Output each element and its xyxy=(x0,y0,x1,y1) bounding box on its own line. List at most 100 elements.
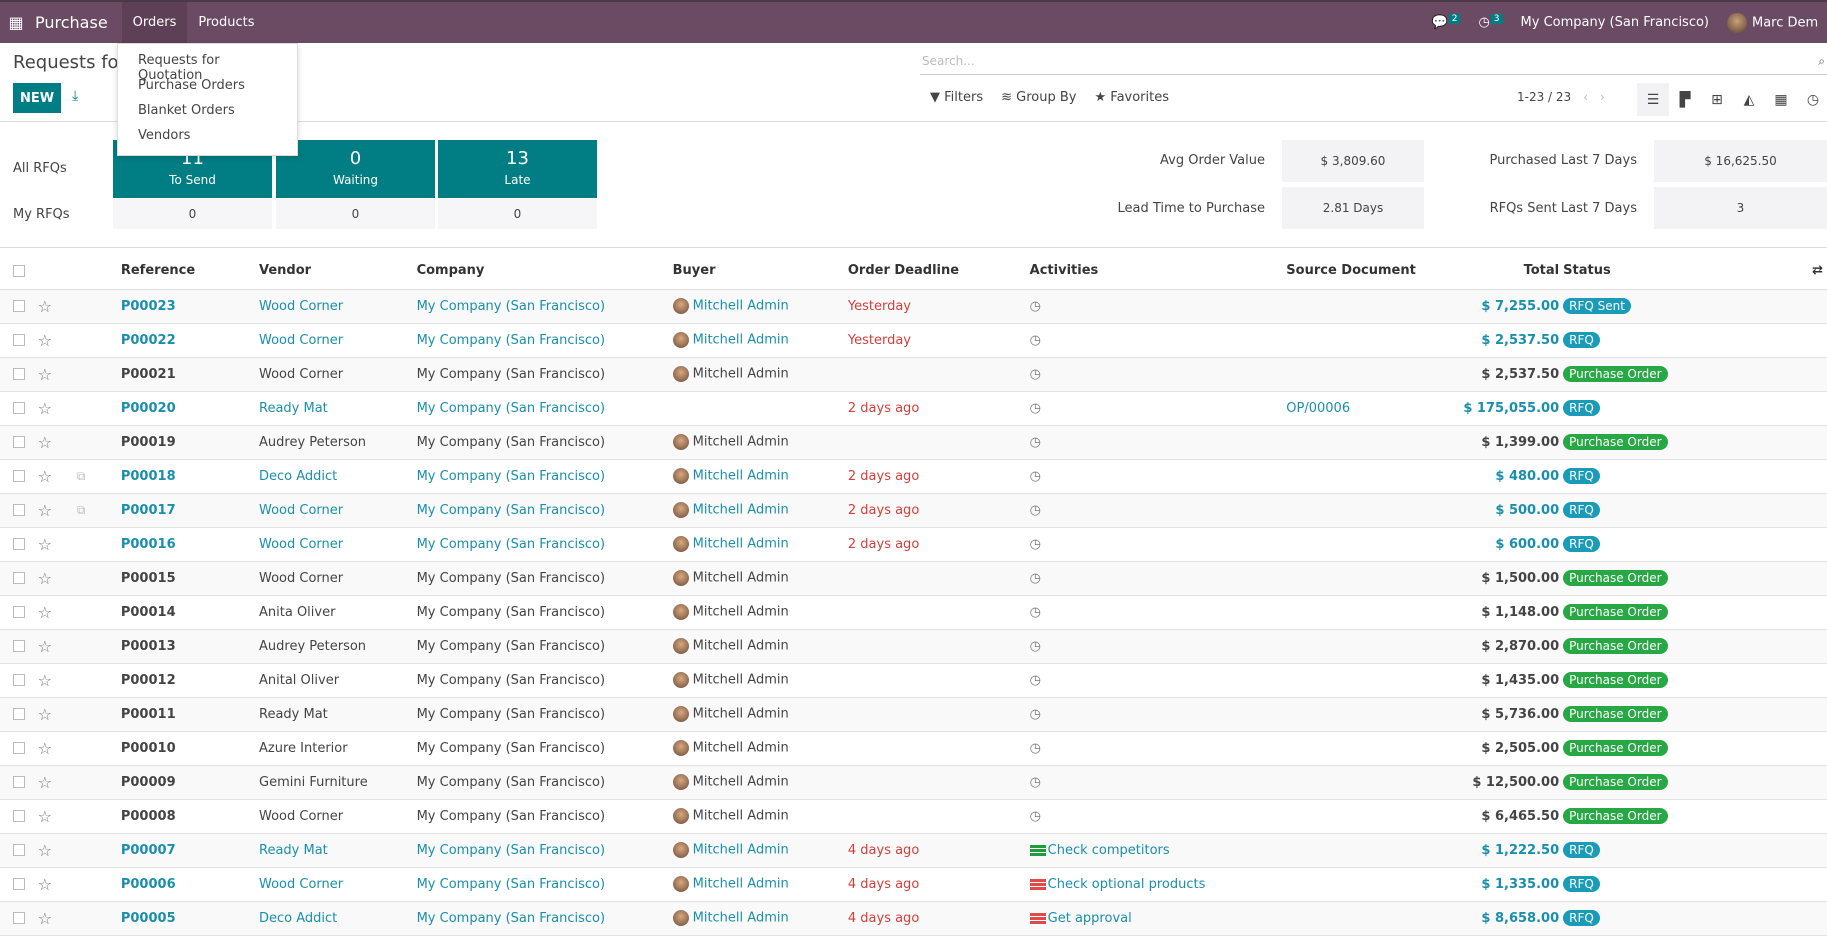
vendor[interactable]: Wood Corner xyxy=(259,357,417,392)
vendor[interactable]: Wood Corner xyxy=(259,867,417,902)
vendor[interactable]: Ready Mat xyxy=(259,697,417,732)
col-vendor[interactable]: Vendor xyxy=(259,253,417,290)
buyer[interactable]: Mitchell Admin xyxy=(672,629,848,664)
star-icon[interactable]: ☆ xyxy=(38,467,52,486)
company[interactable]: My Company (San Francisco) xyxy=(416,561,673,596)
source-document[interactable] xyxy=(1286,289,1464,324)
table-row[interactable]: ☆ P00010 Azure Interior My Company (San Fra… xyxy=(0,731,1827,766)
buyer[interactable]: Mitchell Admin xyxy=(672,731,848,766)
activities[interactable]: Get approval xyxy=(1029,901,1287,936)
star-icon[interactable]: ☆ xyxy=(38,773,52,792)
source-document[interactable] xyxy=(1286,323,1464,358)
clock-icon[interactable]: ◷ xyxy=(1030,537,1041,552)
activities[interactable]: ◷ xyxy=(1029,561,1287,596)
buyer[interactable]: Mitchell Admin xyxy=(672,833,848,868)
source-document[interactable] xyxy=(1286,425,1464,460)
pager-previous-icon[interactable]: ‹ xyxy=(1583,90,1588,104)
search-input[interactable]: Search... xyxy=(922,54,975,68)
star-icon[interactable]: ☆ xyxy=(38,841,52,860)
vendor[interactable]: Wood Corner xyxy=(259,289,417,324)
star-icon[interactable]: ☆ xyxy=(38,807,52,826)
row-checkbox[interactable] xyxy=(13,300,25,312)
star-icon[interactable]: ☆ xyxy=(38,331,52,350)
activities[interactable]: ◷ xyxy=(1029,357,1287,392)
table-row[interactable]: ☆ P00020 Ready Mat My Company (San Francisc… xyxy=(0,391,1827,426)
reference[interactable]: P00020 xyxy=(120,391,259,426)
buyer[interactable]: Mitchell Admin xyxy=(672,867,848,902)
table-row[interactable]: ☆ ⧉ P00017 Wood Corner My Company (San Franc… xyxy=(0,493,1827,528)
clock-icon[interactable]: ◷ xyxy=(1030,503,1041,518)
vendor[interactable]: Wood Corner xyxy=(259,323,417,358)
buyer[interactable]: Mitchell Admin xyxy=(672,697,848,732)
vendor[interactable]: Wood Corner xyxy=(259,799,417,834)
col-total[interactable]: Total xyxy=(1463,253,1564,290)
buyer[interactable]: Mitchell Admin xyxy=(672,459,848,494)
row-checkbox[interactable] xyxy=(13,674,25,686)
reference[interactable]: P00010 xyxy=(120,731,259,766)
activities[interactable]: ◷ xyxy=(1029,289,1287,324)
row-checkbox[interactable] xyxy=(13,538,25,550)
my-waiting[interactable]: 0 xyxy=(276,199,435,229)
buyer[interactable]: Mitchell Admin xyxy=(672,527,848,562)
row-checkbox[interactable] xyxy=(13,742,25,754)
row-checkbox[interactable] xyxy=(13,810,25,822)
dropdown-item-blanket-orders[interactable]: Blanket Orders xyxy=(118,100,297,125)
reference[interactable]: P00018 xyxy=(120,459,259,494)
row-checkbox[interactable] xyxy=(13,912,25,924)
clock-icon[interactable]: ◷ xyxy=(1030,435,1041,450)
row-checkbox[interactable] xyxy=(13,402,25,414)
dropdown-item-vendors[interactable]: Vendors xyxy=(118,125,297,150)
star-icon[interactable]: ☆ xyxy=(38,365,52,384)
col-company[interactable]: Company xyxy=(416,253,673,290)
vendor[interactable]: Anita Oliver xyxy=(259,595,417,630)
col-source-document[interactable]: Source Document xyxy=(1286,253,1464,290)
activities[interactable]: ◷ xyxy=(1029,323,1287,358)
view-kanban-icon[interactable]: ▛ xyxy=(1669,83,1701,116)
source-document[interactable] xyxy=(1286,561,1464,596)
company[interactable]: My Company (San Francisco) xyxy=(416,629,673,664)
buyer[interactable]: Mitchell Admin xyxy=(672,493,848,528)
star-icon[interactable]: ☆ xyxy=(38,909,52,928)
vendor[interactable]: Wood Corner xyxy=(259,561,417,596)
activities[interactable]: ◷ xyxy=(1029,629,1287,664)
source-document[interactable]: OP/00006 xyxy=(1286,391,1464,426)
table-row[interactable]: ☆ P00009 Gemini Furniture My Company (San F… xyxy=(0,765,1827,800)
activities[interactable]: ◷ xyxy=(1029,459,1287,494)
filters-button[interactable]: ▼ Filters xyxy=(930,90,983,105)
table-row[interactable]: ☆ P00005 Deco Addict My Company (San Franci… xyxy=(0,901,1827,936)
row-checkbox[interactable] xyxy=(13,436,25,448)
row-checkbox[interactable] xyxy=(13,606,25,618)
source-document[interactable] xyxy=(1286,493,1464,528)
star-icon[interactable]: ☆ xyxy=(38,671,52,690)
activities[interactable]: ◷ xyxy=(1029,527,1287,562)
source-document[interactable] xyxy=(1286,663,1464,698)
reference[interactable]: P00019 xyxy=(120,425,259,460)
reference[interactable]: P00005 xyxy=(120,901,259,936)
company[interactable]: My Company (San Francisco) xyxy=(416,833,673,868)
apps-menu-icon[interactable]: ▦ xyxy=(0,13,32,32)
source-document[interactable] xyxy=(1286,765,1464,800)
reference[interactable]: P00022 xyxy=(120,323,259,358)
app-name[interactable]: Purchase xyxy=(35,13,108,32)
clock-icon[interactable]: ◷ xyxy=(1030,639,1041,654)
col-reference[interactable]: Reference xyxy=(120,253,259,290)
company-switcher[interactable]: My Company (San Francisco) xyxy=(1521,15,1709,30)
buyer[interactable]: Mitchell Admin xyxy=(672,595,848,630)
optional-columns-icon[interactable]: ⇄ xyxy=(1812,263,1823,278)
view-list-icon[interactable]: ☰ xyxy=(1637,83,1669,116)
buyer[interactable] xyxy=(672,391,848,426)
row-checkbox[interactable] xyxy=(13,844,25,856)
clock-icon[interactable]: ◷ xyxy=(1030,741,1041,756)
table-row[interactable]: ☆ P00011 Ready Mat My Company (San Francisc… xyxy=(0,697,1827,732)
company[interactable]: My Company (San Francisco) xyxy=(416,425,673,460)
col-activities[interactable]: Activities xyxy=(1029,253,1287,290)
table-row[interactable]: ☆ P00022 Wood Corner My Company (San Franci… xyxy=(0,323,1827,358)
company[interactable]: My Company (San Francisco) xyxy=(416,391,673,426)
source-document[interactable] xyxy=(1286,527,1464,562)
menu-products[interactable]: Products xyxy=(187,2,265,43)
reference[interactable]: P00011 xyxy=(120,697,259,732)
view-activity-icon[interactable]: ◷ xyxy=(1797,83,1827,116)
col-status[interactable]: Status xyxy=(1563,253,1722,290)
activities[interactable]: Check optional products xyxy=(1029,867,1287,902)
star-icon[interactable]: ☆ xyxy=(38,637,52,656)
